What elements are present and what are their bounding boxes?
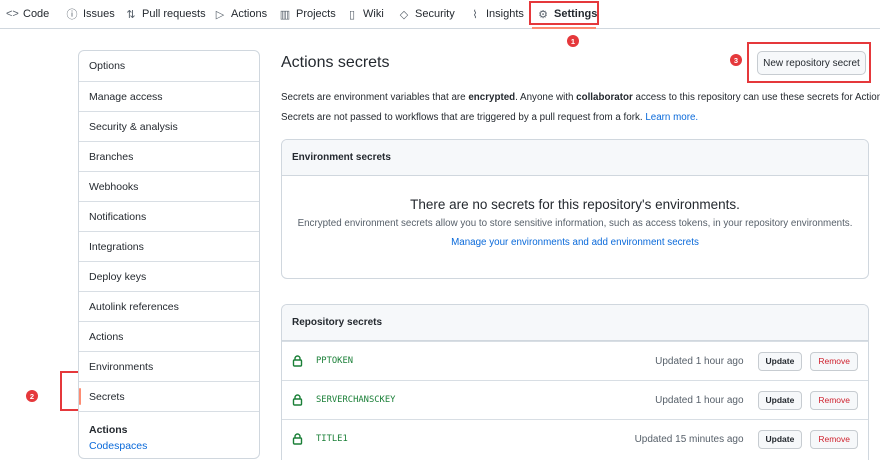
sidebar-item-label: Manage access xyxy=(89,90,163,103)
active-tab-indicator xyxy=(532,27,596,29)
update-secret-button[interactable]: Update xyxy=(757,351,803,371)
tab-insights[interactable]: ⌇ Insights xyxy=(469,0,524,28)
sidebar-item-webhooks[interactable]: Webhooks xyxy=(79,171,259,201)
environment-secrets-heading: Environment secrets xyxy=(282,140,868,176)
sidebar-item-label: Webhooks xyxy=(89,180,139,193)
secret-name: TITLE1 xyxy=(316,434,348,444)
graph-icon: ⌇ xyxy=(472,8,478,21)
secret-row: PPTOKEN Updated 1 hour ago Update Remove xyxy=(282,341,868,380)
code-icon: <> xyxy=(6,8,19,20)
sidebar-item-environments[interactable]: Environments xyxy=(79,351,259,381)
blank-slate-text: Encrypted environment secrets allow you … xyxy=(297,218,853,229)
tab-label: Issues xyxy=(83,8,115,20)
desc-text: . Anyone with xyxy=(515,92,577,103)
blank-slate: There are no secrets for this repository… xyxy=(282,176,868,248)
tab-label: Projects xyxy=(296,8,336,20)
settings-sidebar: Options Manage access Security & analysi… xyxy=(78,50,260,459)
sidebar-item-deploy-keys[interactable]: Deploy keys xyxy=(79,261,259,291)
sidebar-item-security-analysis[interactable]: Security & analysis xyxy=(79,111,259,141)
page-title: Actions secrets xyxy=(281,54,390,71)
blank-slate-title: There are no secrets for this repository… xyxy=(410,197,740,212)
remove-secret-button[interactable]: Remove xyxy=(810,351,858,371)
update-secret-button[interactable]: Update xyxy=(757,429,803,449)
tab-label: Pull requests xyxy=(142,8,206,20)
tab-pull-requests[interactable]: ⇅ Pull requests xyxy=(125,0,206,28)
sidebar-item-label: Security & analysis xyxy=(89,120,178,133)
desc-bold-collaborator: collaborator xyxy=(576,92,633,103)
sidebar-item-label: Autolink references xyxy=(89,300,179,313)
sidebar-item-branches[interactable]: Branches xyxy=(79,141,259,171)
tab-code[interactable]: <> Code xyxy=(6,0,49,28)
secret-updated: Updated 1 hour ago xyxy=(655,355,744,367)
pull-request-icon: ⇅ xyxy=(126,8,136,21)
desc-text: access to this repository can use these … xyxy=(632,92,880,103)
sidebar-item-actions[interactable]: Actions xyxy=(79,321,259,351)
tab-label: Insights xyxy=(486,8,524,20)
step-marker-2: 2 xyxy=(26,390,38,402)
lock-icon xyxy=(292,433,308,445)
sidebar-item-label: Environments xyxy=(89,360,154,373)
sidebar-item-label: Options xyxy=(89,60,126,72)
remove-secret-button[interactable]: Remove xyxy=(810,429,858,449)
tab-label: Wiki xyxy=(363,8,384,20)
step-marker-3: 3 xyxy=(730,54,742,66)
sidebar-item-label: Actions xyxy=(89,330,124,343)
sidebar-link-codespaces[interactable]: Codespaces xyxy=(89,440,249,452)
tab-settings[interactable]: ⚙ Settings xyxy=(537,0,597,28)
new-repository-secret-button[interactable]: New repository secret xyxy=(757,51,866,75)
description-line-2: Secrets are not passed to workflows that… xyxy=(281,112,698,123)
manage-environments-link[interactable]: Manage your environments and add environ… xyxy=(282,237,868,248)
repository-secrets-heading: Repository secrets xyxy=(282,305,868,341)
secret-row: TITLE1 Updated 15 minutes ago Update Rem… xyxy=(282,419,868,458)
remove-secret-button[interactable]: Remove xyxy=(810,390,858,410)
secret-name: SERVERCHANSCKEY xyxy=(316,395,396,405)
shield-icon: ◇ xyxy=(399,8,409,21)
update-secret-button[interactable]: Update xyxy=(757,390,803,410)
sidebar-item-autolink-references[interactable]: Autolink references xyxy=(79,291,259,321)
sidebar-item-manage-access[interactable]: Manage access xyxy=(79,81,259,111)
gear-icon: ⚙ xyxy=(538,8,548,21)
secret-row: SERVERCHANSCKEY Updated 1 hour ago Updat… xyxy=(282,380,868,419)
desc-text: Secrets are environment variables that a… xyxy=(281,92,469,103)
step-marker-1: 1 xyxy=(567,35,579,47)
desc-bold-encrypted: encrypted xyxy=(468,92,516,103)
tab-issues[interactable]: ⓘ Issues xyxy=(66,0,115,28)
description-line-1: Secrets are environment variables that a… xyxy=(281,92,880,103)
environment-secrets-box: Environment secrets There are no secrets… xyxy=(281,139,869,279)
tab-actions[interactable]: ▷ Actions xyxy=(214,0,267,28)
sidebar-item-label: Integrations xyxy=(89,240,144,253)
tab-label: Settings xyxy=(554,8,598,20)
sidebar-item-options[interactable]: Options xyxy=(79,51,259,81)
learn-more-link[interactable]: Learn more. xyxy=(645,112,698,123)
sidebar-item-label: Deploy keys xyxy=(89,270,147,283)
repository-secrets-box: Repository secrets PPTOKEN Updated 1 hou… xyxy=(281,304,869,460)
secret-updated: Updated 15 minutes ago xyxy=(634,433,744,445)
sidebar-item-notifications[interactable]: Notifications xyxy=(79,201,259,231)
secret-updated: Updated 1 hour ago xyxy=(655,394,744,406)
play-icon: ▷ xyxy=(215,8,225,21)
lock-icon xyxy=(292,394,308,406)
desc-text: Secrets are not passed to workflows that… xyxy=(281,112,643,123)
sidebar-item-secrets[interactable]: Secrets xyxy=(79,381,259,411)
lock-icon xyxy=(292,355,308,367)
issue-icon: ⓘ xyxy=(66,9,78,21)
project-icon: ▥ xyxy=(279,8,291,21)
sidebar-item-label: Secrets xyxy=(89,390,125,403)
tab-wiki[interactable]: ▯ Wiki xyxy=(346,0,384,28)
tab-label: Code xyxy=(23,8,50,20)
tab-projects[interactable]: ▥ Projects xyxy=(279,0,336,28)
sidebar-item-label: Branches xyxy=(89,150,134,163)
book-icon: ▯ xyxy=(348,8,356,21)
sidebar-item-label: Notifications xyxy=(89,210,147,223)
secret-name: PPTOKEN xyxy=(316,356,354,366)
tab-label: Actions xyxy=(231,8,268,20)
tab-security[interactable]: ◇ Security xyxy=(398,0,455,28)
sidebar-section-heading: Actions xyxy=(89,424,128,436)
repo-nav: <> Code ⓘ Issues ⇅ Pull requests ▷ Actio… xyxy=(0,0,880,29)
sidebar-item-integrations[interactable]: Integrations xyxy=(79,231,259,261)
sidebar-actions-section: Actions Codespaces xyxy=(79,411,259,458)
tab-label: Security xyxy=(415,8,455,20)
